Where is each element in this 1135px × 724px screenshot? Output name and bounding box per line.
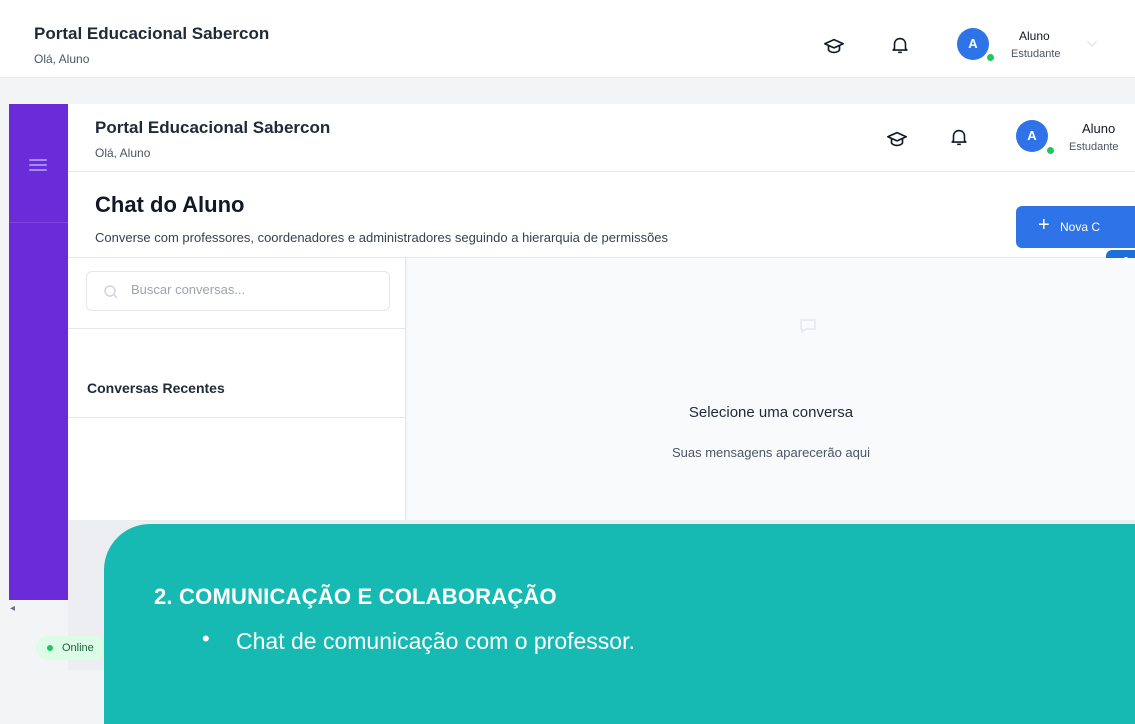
chat-page-header: Chat do Aluno Converse com professores, … xyxy=(68,172,1135,258)
conversation-list-panel: Conversas Recentes xyxy=(68,258,406,520)
bell-icon[interactable] xyxy=(948,126,970,148)
caption-heading: 2. COMUNICAÇÃO E COLABORAÇÃO xyxy=(154,584,557,609)
graduation-cap-icon[interactable] xyxy=(886,128,908,150)
search-box xyxy=(86,271,390,311)
bell-icon[interactable] xyxy=(889,34,911,56)
online-status-badge: Online xyxy=(36,636,106,660)
hamburger-menu-icon[interactable] xyxy=(29,159,47,171)
avatar[interactable]: A xyxy=(957,28,989,60)
online-dot xyxy=(47,645,53,651)
search-input[interactable] xyxy=(131,282,371,297)
inner-header: Portal Educacional Sabercon Olá, Aluno A… xyxy=(68,104,1135,172)
graduation-cap-icon[interactable] xyxy=(823,35,845,57)
inner-app-title: Portal Educacional Sabercon xyxy=(95,118,331,137)
plus-icon: + xyxy=(1038,214,1050,236)
new-conversation-label: Nova C xyxy=(1060,220,1101,234)
top-header: Portal Educacional Sabercon Olá, Aluno A… xyxy=(0,0,1135,78)
inner-online-status-dot xyxy=(1046,146,1055,155)
greeting: Olá, Aluno xyxy=(34,52,90,66)
empty-state-subtitle: Suas mensagens aparecerão aqui xyxy=(671,445,871,460)
conversation-view-panel: Selecione uma conversa Suas mensagens ap… xyxy=(407,258,1135,520)
search-icon xyxy=(104,285,118,299)
user-role: Estudante xyxy=(1011,48,1061,60)
app-title: Portal Educacional Sabercon xyxy=(34,24,270,43)
recent-conversations-heading: Conversas Recentes xyxy=(87,380,225,396)
sidebar-divider xyxy=(9,222,68,223)
caption-item: Chat de comunicação com o professor. xyxy=(236,628,635,654)
online-label: Online xyxy=(62,642,94,654)
new-conversation-button[interactable]: + Nova C xyxy=(1016,206,1135,248)
divider xyxy=(68,417,406,418)
divider xyxy=(68,328,406,329)
inner-greeting: Olá, Aluno xyxy=(95,146,151,160)
online-status-dot xyxy=(986,53,995,62)
empty-state-title: Selecione uma conversa xyxy=(688,404,854,421)
inner-user-role: Estudante xyxy=(1069,141,1119,153)
collapse-sidebar-icon[interactable]: ◂ xyxy=(10,603,15,614)
chat-bubble-icon xyxy=(800,319,816,334)
page-title: Chat do Aluno xyxy=(95,192,245,217)
inner-user-name: Aluno xyxy=(1082,121,1116,136)
chevron-down-icon[interactable] xyxy=(1086,40,1098,48)
inner-avatar[interactable]: A xyxy=(1016,120,1048,152)
slide-caption-box: 2. COMUNICAÇÃO E COLABORAÇÃO • Chat de c… xyxy=(104,524,1135,724)
caption-bullet: • xyxy=(202,626,210,651)
page-description: Converse com professores, coordenadores … xyxy=(95,230,669,245)
sidebar xyxy=(9,104,68,600)
user-name: Aluno xyxy=(1019,29,1050,43)
